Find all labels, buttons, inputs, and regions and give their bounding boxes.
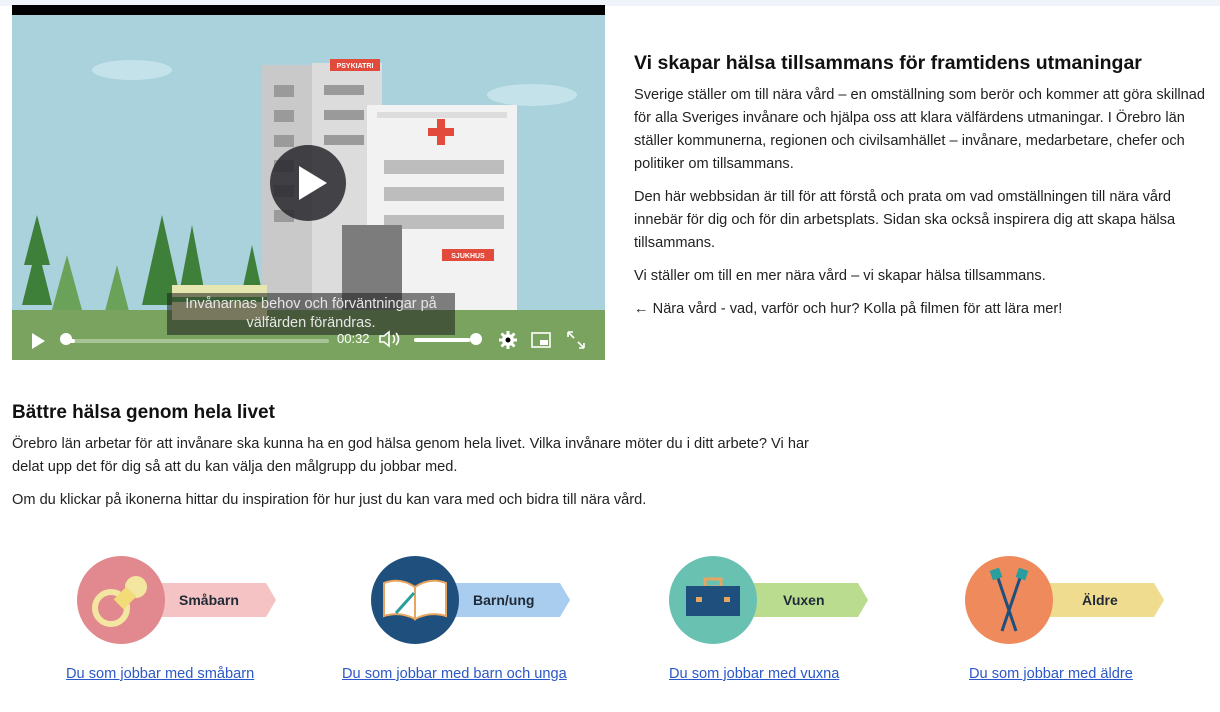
vuxen-badge[interactable]: Vuxen [668,553,888,648]
smabarn-badge[interactable]: Småbarn [76,553,296,648]
link-vuxen[interactable]: Du som jobbar med vuxna [669,666,839,682]
progress-handle[interactable] [60,333,72,345]
sjukhus-sign: SJUKHUS [451,253,485,260]
intro-paragraph-1: Sverige ställer om till nära vård – en o… [634,87,1206,172]
group-vuxen[interactable]: Vuxen Du som jobbar med vuxna [668,553,968,693]
volume-icon[interactable] [378,329,402,349]
current-time: 00:32 [337,331,370,346]
section-paragraph-2: Om du klickar på ikonerna hittar du insp… [12,492,647,508]
section-heading: Bättre hälsa genom hela livet [12,402,275,423]
book-icon [383,579,447,621]
volume-slider[interactable] [414,338,476,342]
settings-gear-icon[interactable] [497,329,519,351]
target-groups: Småbarn Du som jobbar med småbarn Barn/u… [0,553,1220,693]
tag-label-smabarn: Småbarn [179,592,239,608]
video-player[interactable]: PSYKIATRI SJUKHUS Invånarnas behov och f… [12,5,605,360]
link-barn-ung[interactable]: Du som jobbar med barn och unga [342,666,567,682]
life-section: Bättre hälsa genom hela livet Örebro län… [12,400,832,522]
barn-ung-badge[interactable]: Barn/ung [370,553,610,648]
intro-paragraph-4: ← Nära vård - vad, varför och hur? Kolla… [634,301,1063,317]
progress-bar[interactable] [67,339,329,343]
intro-paragraph-2: Den här webbsidan är till för att förstå… [634,189,1176,251]
group-barn-ung[interactable]: Barn/ung Du som jobbar med barn och unga [342,553,642,693]
big-play-button[interactable] [270,145,346,221]
psykiatri-sign: PSYKIATRI [337,63,374,70]
intro-paragraph-3: Vi ställer om till en mer nära vård – vi… [634,268,1046,284]
link-aldre[interactable]: Du som jobbar med äldre [969,666,1133,682]
intro-heading: Vi skapar hälsa tillsammans för framtide… [634,52,1142,74]
video-controls: 00:32 [12,317,605,360]
section-paragraph-1: Örebro län arbetar för att invånare ska … [12,436,809,475]
group-smabarn[interactable]: Småbarn Du som jobbar med småbarn [66,553,366,693]
tag-label-barn-ung: Barn/ung [473,592,534,608]
volume-handle[interactable] [470,333,482,345]
picture-in-picture-icon[interactable] [530,329,552,351]
tag-label-vuxen: Vuxen [783,592,825,608]
intro-section: Vi skapar hälsa tillsammans för framtide… [634,50,1219,331]
aldre-badge[interactable]: Äldre [964,553,1184,648]
tag-label-aldre: Äldre [1082,592,1118,608]
fullscreen-icon[interactable] [565,329,587,351]
group-aldre[interactable]: Äldre Du som jobbar med äldre [965,553,1220,693]
play-icon[interactable] [32,333,45,349]
link-smabarn[interactable]: Du som jobbar med småbarn [66,666,254,682]
